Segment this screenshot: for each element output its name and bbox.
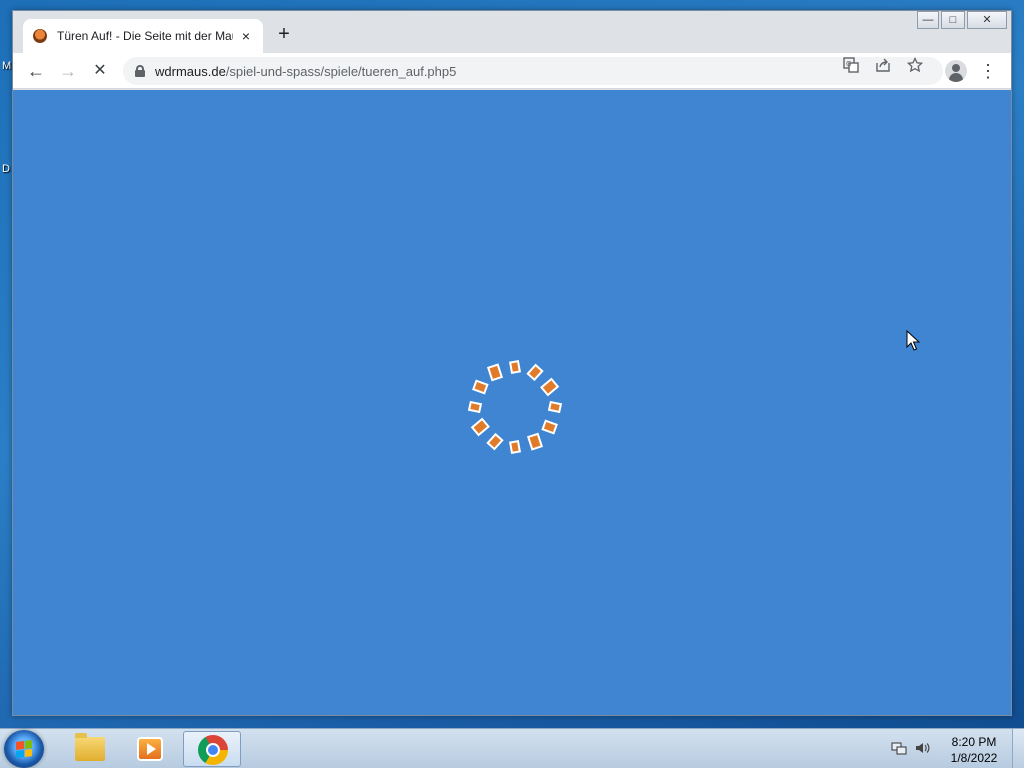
maximize-button[interactable]: □	[941, 11, 965, 29]
desktop-icon-label: M	[2, 60, 12, 72]
back-button[interactable]: ←	[23, 58, 49, 84]
spinner-piece	[526, 432, 544, 451]
tab-title: Türen Auf! - Die Seite mit der Maus	[57, 29, 233, 43]
desktop-icon-label: D	[2, 163, 10, 175]
chrome-icon	[198, 735, 228, 765]
spinner-piece	[472, 379, 489, 395]
folder-icon	[75, 733, 105, 761]
browser-window: Türen Auf! - Die Seite mit der Maus × + …	[12, 10, 1012, 716]
spinner-piece	[470, 417, 490, 437]
volume-icon[interactable]	[913, 740, 931, 758]
clock-time: 8:20 PM	[951, 735, 997, 749]
mouse-cursor	[906, 330, 920, 351]
star-icon[interactable]	[905, 56, 925, 77]
url-text[interactable]: wdrmaus.de/spiel-und-spass/spiele/tueren…	[155, 64, 456, 79]
tab-strip: Türen Auf! - Die Seite mit der Maus × + …	[13, 11, 1011, 53]
spinner-piece	[540, 377, 560, 397]
clock-date: 1/8/2022	[950, 751, 998, 765]
forward-button[interactable]: →	[55, 58, 81, 84]
start-button[interactable]	[4, 730, 44, 768]
minimize-button[interactable]: —	[917, 11, 939, 29]
favicon-icon	[33, 29, 47, 43]
lock-icon[interactable]	[135, 65, 145, 77]
stop-loading-button[interactable]: ✕	[87, 58, 113, 84]
spinner-piece	[467, 400, 483, 414]
taskbar: 8:20 PM 1/8/2022	[0, 728, 1024, 768]
tab-close-icon[interactable]: ×	[237, 27, 255, 45]
profile-icon[interactable]	[945, 60, 967, 82]
translate-icon[interactable]: G	[841, 57, 861, 77]
close-window-button[interactable]: ✕	[967, 11, 1007, 29]
taskbar-chrome[interactable]	[183, 731, 241, 767]
browser-toolbar: ← → ✕ wdrmaus.de/spiel-und-spass/spiele/…	[13, 53, 1011, 89]
new-tab-button[interactable]: +	[273, 24, 295, 46]
url-path: /spiel-und-spass/spiele/tueren_auf.php5	[225, 63, 457, 79]
spinner-piece	[508, 440, 522, 454]
spinner-piece	[508, 360, 522, 374]
spinner-piece	[541, 419, 558, 435]
spinner-piece	[486, 363, 504, 382]
svg-text:G: G	[846, 60, 851, 68]
url-host: wdrmaus.de	[155, 63, 226, 79]
share-icon[interactable]	[873, 57, 893, 77]
browser-tab[interactable]: Türen Auf! - Die Seite mit der Maus ×	[23, 19, 263, 53]
taskbar-file-explorer[interactable]	[60, 731, 118, 767]
network-icon[interactable]	[890, 740, 908, 758]
show-desktop-button[interactable]	[1012, 729, 1024, 768]
spinner-piece	[547, 400, 563, 414]
taskbar-media-player[interactable]	[120, 731, 178, 767]
system-clock[interactable]: 8:20 PM 1/8/2022	[936, 734, 1012, 766]
page-content[interactable]	[13, 90, 1011, 715]
media-player-icon	[137, 737, 163, 761]
spinner-piece	[526, 363, 544, 382]
menu-icon[interactable]: ⋮	[975, 58, 1001, 84]
address-bar[interactable]: wdrmaus.de/spiel-und-spass/spiele/tueren…	[123, 57, 943, 85]
spinner-piece	[486, 432, 504, 451]
windows-logo-icon	[16, 740, 32, 758]
loading-spinner	[467, 360, 563, 454]
